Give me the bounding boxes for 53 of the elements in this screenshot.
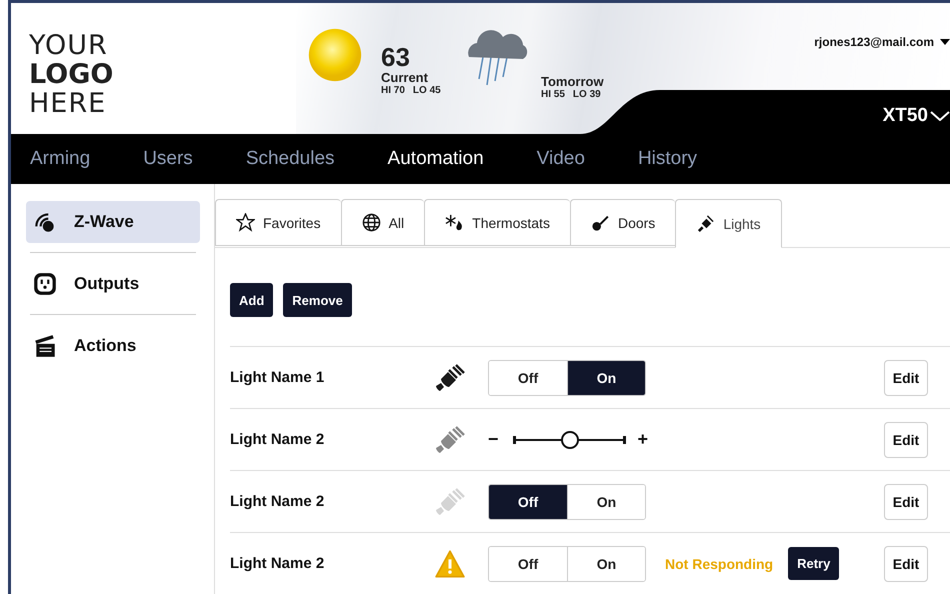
light-bulb-icon	[435, 364, 465, 392]
caret-icon	[940, 39, 950, 45]
edit-button[interactable]: Edit	[884, 484, 928, 520]
high-temperature: HI 70	[381, 85, 405, 96]
action-button[interactable]: Remove	[283, 283, 352, 317]
low-temperature: LO 45	[412, 85, 441, 96]
star-icon	[236, 213, 255, 232]
outlet-icon	[32, 271, 58, 297]
toggle-option[interactable]: Off	[489, 484, 567, 518]
category-tab[interactable]: Thermostats	[424, 199, 570, 246]
category-tab[interactable]: All	[340, 199, 424, 246]
category-tab[interactable]: Favorites	[215, 199, 341, 246]
light-name: Light Name 2	[230, 493, 326, 510]
weather-label: Current	[381, 71, 429, 85]
light-bulb-icon	[435, 488, 465, 516]
decrease-label: −	[488, 429, 499, 450]
edit-button[interactable]: Edit	[884, 422, 928, 458]
globe-icon	[362, 213, 381, 232]
status-text: Not Responding	[665, 556, 774, 572]
nav-tab[interactable]: Users	[143, 148, 193, 170]
snowflake-flame-icon	[445, 213, 464, 232]
high-temperature: HI 55	[541, 89, 565, 100]
retry-button[interactable]: Retry	[788, 547, 840, 580]
light-bulb-icon	[696, 214, 716, 233]
toggle-option[interactable]: On	[567, 484, 645, 518]
category-tab[interactable]: Lights	[675, 199, 782, 248]
sun-icon	[307, 27, 363, 83]
nav-tab[interactable]: Schedules	[246, 148, 335, 170]
weather-label: Tomorrow	[541, 75, 604, 89]
edit-button[interactable]: Edit	[884, 546, 928, 582]
warning-icon	[435, 550, 465, 578]
category-tab[interactable]: Doors	[570, 199, 676, 246]
sidebar-item[interactable]: Z-Wave	[26, 201, 200, 243]
nav-tab[interactable]: Automation	[388, 148, 484, 170]
increase-label: +	[638, 429, 648, 450]
light-name: Light Name 2	[230, 555, 326, 572]
nav-tab[interactable]: Arming	[30, 148, 90, 170]
toggle-option[interactable]: On	[567, 546, 645, 580]
action-button[interactable]: Add	[230, 283, 274, 317]
account-menu[interactable]: rjones123@mail.com	[814, 35, 950, 49]
light-bulb-icon	[435, 426, 465, 454]
chevron-icon	[930, 111, 950, 121]
logo: YOUR LOGO HERE	[29, 31, 114, 118]
toggle-option[interactable]: On	[567, 360, 645, 394]
nav-tab[interactable]: History	[638, 148, 698, 170]
low-temperature: LO 39	[572, 89, 601, 100]
edit-button[interactable]: Edit	[884, 360, 928, 396]
light-name: Light Name 1	[230, 369, 326, 386]
panel-selector[interactable]: XT50	[882, 105, 950, 127]
slider-thumb[interactable]	[561, 430, 580, 448]
current-temperature: 63	[381, 43, 411, 71]
light-name: Light Name 2	[230, 431, 326, 448]
nav-tab[interactable]: Video	[536, 148, 585, 170]
